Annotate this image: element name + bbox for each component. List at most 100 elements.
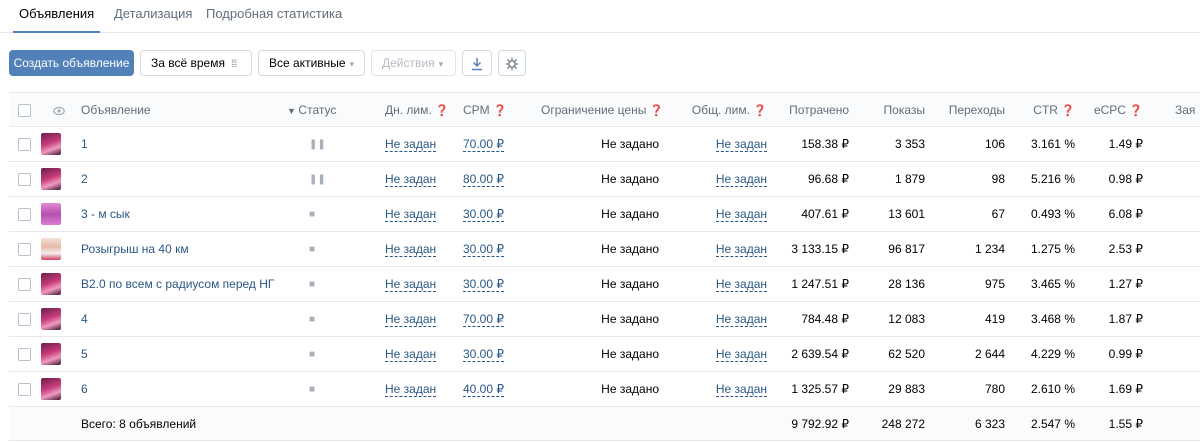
table-row[interactable]: 3 - м сык ■ Не задан 30.00 ₽ Не задано Не зад… — [9, 197, 1200, 232]
question-circle-icon[interactable]: ❓ — [493, 105, 507, 117]
pause-icon[interactable]: ❚❚ — [309, 127, 326, 162]
cpm-value[interactable]: 30.00 ₽ — [463, 267, 523, 302]
daily-limit-value[interactable]: Не задан — [385, 372, 445, 407]
daily-limit-link[interactable]: Не задан — [385, 382, 437, 397]
cpm-value[interactable]: 70.00 ₽ — [463, 127, 523, 162]
daily-limit-link[interactable]: Не задан — [385, 277, 437, 292]
col-clicks[interactable]: Переходы — [939, 93, 1005, 128]
daily-limit-value[interactable]: Не задан — [385, 162, 445, 197]
ad-thumbnail[interactable] — [41, 203, 61, 225]
total-limit-link[interactable]: Не задан — [715, 137, 767, 152]
tab-detailed-stats[interactable]: Подробная статистика — [206, 0, 342, 33]
daily-limit-value[interactable]: Не задан — [385, 232, 445, 267]
stop-icon[interactable]: ■ — [309, 302, 315, 337]
total-limit-link[interactable]: Не задан — [715, 172, 767, 187]
row-checkbox[interactable] — [18, 138, 31, 151]
table-row[interactable]: 6 ■ Не задан 40.00 ₽ Не задано Не задан 1 325.… — [9, 372, 1200, 407]
cpm-link[interactable]: 70.00 ₽ — [463, 137, 504, 152]
row-checkbox[interactable] — [18, 278, 31, 291]
ad-name-link[interactable]: 3 - м сык — [81, 197, 130, 232]
row-checkbox[interactable] — [18, 313, 31, 326]
daily-limit-link[interactable]: Не задан — [385, 242, 437, 257]
daily-limit-link[interactable]: Не задан — [385, 137, 437, 152]
daily-limit-link[interactable]: Не задан — [385, 347, 437, 362]
col-status[interactable]: ▼ Статус — [287, 93, 347, 128]
ad-name-link[interactable]: 5 — [81, 337, 88, 372]
daily-limit-link[interactable]: Не задан — [385, 172, 437, 187]
cpm-value[interactable]: 30.00 ₽ — [463, 197, 523, 232]
pause-icon[interactable]: ❚❚ — [309, 162, 326, 197]
question-circle-icon[interactable]: ❓ — [1129, 105, 1143, 117]
cpm-link[interactable]: 30.00 ₽ — [463, 207, 504, 222]
cpm-value[interactable]: 30.00 ₽ — [463, 337, 523, 372]
stop-icon[interactable]: ■ — [309, 337, 315, 372]
total-limit-value[interactable]: Не задан — [689, 337, 767, 372]
daily-limit-link[interactable]: Не задан — [385, 207, 437, 222]
ad-thumbnail[interactable] — [41, 238, 61, 260]
total-limit-value[interactable]: Не задан — [689, 127, 767, 162]
total-limit-link[interactable]: Не задан — [715, 347, 767, 362]
total-limit-link[interactable]: Не задан — [715, 312, 767, 327]
ad-thumbnail[interactable] — [41, 378, 61, 400]
ad-thumbnail[interactable] — [41, 308, 61, 330]
actions-dropdown[interactable]: Действия ▾ — [371, 50, 456, 76]
ad-name-link[interactable]: Розыгрыш на 40 км — [81, 232, 189, 267]
ad-name-link[interactable]: 2 — [81, 162, 88, 197]
col-ctr[interactable]: CTR ❓ — [1017, 93, 1075, 128]
daily-limit-value[interactable]: Не задан — [385, 337, 445, 372]
ad-name-link[interactable]: 1 — [81, 127, 88, 162]
row-checkbox[interactable] — [18, 383, 31, 396]
total-limit-value[interactable]: Не задан — [689, 372, 767, 407]
table-row[interactable]: 5 ■ Не задан 30.00 ₽ Не задано Не задан 2 639.… — [9, 337, 1200, 372]
cpm-value[interactable]: 70.00 ₽ — [463, 302, 523, 337]
tab-ads[interactable]: Объявления — [13, 0, 101, 33]
question-circle-icon[interactable]: ❓ — [753, 105, 767, 117]
ad-name-link[interactable]: 6 — [81, 372, 88, 407]
col-shows[interactable]: Показы — [859, 93, 925, 128]
table-row[interactable]: В2.0 по всем с радиусом перед НГ ■ Не зада… — [9, 267, 1200, 302]
col-total-limit[interactable]: Общ. лим. ❓ — [689, 93, 767, 128]
table-row[interactable]: 2 ❚❚ Не задан 80.00 ₽ Не задано Не задан 96.68… — [9, 162, 1200, 197]
col-extra[interactable]: Зая — [1175, 93, 1200, 128]
select-all-checkbox[interactable] — [18, 104, 31, 117]
ad-thumbnail[interactable] — [41, 343, 61, 365]
total-limit-value[interactable]: Не задан — [689, 197, 767, 232]
download-button[interactable] — [462, 50, 492, 76]
cpm-link[interactable]: 70.00 ₽ — [463, 312, 504, 327]
stop-icon[interactable]: ■ — [309, 197, 315, 232]
filter-dropdown[interactable]: Все активные ▾ — [258, 50, 365, 76]
question-circle-icon[interactable]: ❓ — [1061, 105, 1075, 117]
col-cpm[interactable]: CPM ❓ — [463, 93, 523, 128]
col-ecpc[interactable]: eCPC ❓ — [1085, 93, 1143, 128]
col-spent[interactable]: Потрачено — [779, 93, 849, 128]
daily-limit-value[interactable]: Не задан — [385, 267, 445, 302]
col-price-limit[interactable]: Ограничение цены ❓ — [541, 93, 663, 128]
total-limit-link[interactable]: Не задан — [715, 382, 767, 397]
row-checkbox[interactable] — [18, 348, 31, 361]
stop-icon[interactable]: ■ — [309, 232, 315, 267]
daily-limit-value[interactable]: Не задан — [385, 302, 445, 337]
daily-limit-link[interactable]: Не задан — [385, 312, 437, 327]
table-row[interactable]: Розыгрыш на 40 км ■ Не задан 30.00 ₽ Не зада… — [9, 232, 1200, 267]
daily-limit-value[interactable]: Не задан — [385, 197, 445, 232]
table-row[interactable]: 4 ■ Не задан 70.00 ₽ Не задано Не задан 784.48… — [9, 302, 1200, 337]
total-limit-link[interactable]: Не задан — [715, 277, 767, 292]
total-limit-value[interactable]: Не задан — [689, 232, 767, 267]
table-row[interactable]: 1 ❚❚ Не задан 70.00 ₽ Не задано Не задан 158.3… — [9, 127, 1200, 162]
total-limit-link[interactable]: Не задан — [715, 207, 767, 222]
total-limit-value[interactable]: Не задан — [689, 267, 767, 302]
total-limit-value[interactable]: Не задан — [689, 162, 767, 197]
question-circle-icon[interactable]: ❓ — [650, 105, 664, 117]
daily-limit-value[interactable]: Не задан — [385, 127, 445, 162]
row-checkbox[interactable] — [18, 208, 31, 221]
row-checkbox[interactable] — [18, 173, 31, 186]
col-daily-limit[interactable]: Дн. лим. ❓ — [385, 93, 449, 128]
ad-thumbnail[interactable] — [41, 133, 61, 155]
cpm-link[interactable]: 30.00 ₽ — [463, 242, 504, 257]
ad-name-link[interactable]: В2.0 по всем с радиусом перед НГ — [81, 267, 274, 302]
question-circle-icon[interactable]: ❓ — [435, 105, 449, 117]
total-limit-value[interactable]: Не задан — [689, 302, 767, 337]
ad-thumbnail[interactable] — [41, 168, 61, 190]
ad-thumbnail[interactable] — [41, 273, 61, 295]
settings-button[interactable] — [498, 50, 526, 76]
